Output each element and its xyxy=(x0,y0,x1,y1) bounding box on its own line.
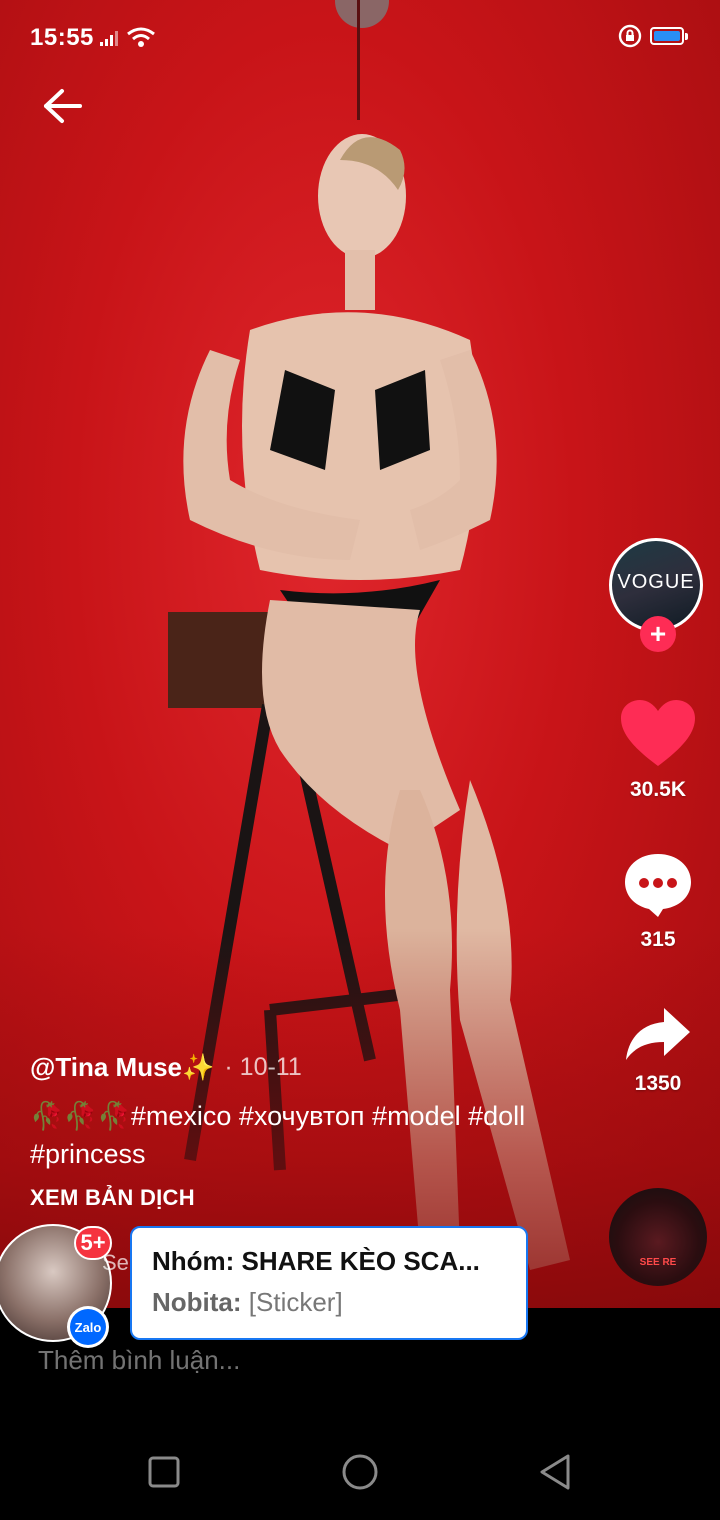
notification-body: Nobita: [Sticker] xyxy=(152,1287,506,1318)
signal-icon xyxy=(100,31,118,46)
zalo-icon: Zalo xyxy=(70,1309,106,1345)
heart-icon xyxy=(621,700,695,766)
back-nav-icon[interactable] xyxy=(536,1452,576,1492)
follow-button[interactable]: + xyxy=(640,616,676,652)
message-notification[interactable]: Nhóm: SHARE KÈO SCA... Nobita: [Sticker] xyxy=(130,1226,528,1340)
back-button[interactable] xyxy=(36,80,88,132)
caption-text[interactable]: 🥀🥀🥀#mexico #хочувтоп #model #doll #princ… xyxy=(30,1097,590,1173)
share-icon xyxy=(626,1008,690,1060)
music-disc[interactable]: SEE RE xyxy=(609,1188,707,1286)
wifi-icon xyxy=(127,27,155,47)
home-icon[interactable] xyxy=(340,1452,380,1492)
notification-message: [Sticker] xyxy=(248,1287,343,1317)
navigation-bar xyxy=(0,1420,720,1520)
video-caption: @Tina Muse ✨ · 10-11 🥀🥀🥀#mexico #хочувто… xyxy=(30,1052,590,1211)
notification-sender: Nobita: xyxy=(152,1287,242,1317)
avatar-text: VOGUE xyxy=(617,570,695,593)
comment-input[interactable] xyxy=(36,1344,540,1377)
comment-count: 315 xyxy=(640,928,676,951)
username-link[interactable]: @Tina Muse xyxy=(30,1052,182,1083)
battery-icon xyxy=(650,27,688,45)
like-count: 30.5K xyxy=(629,778,687,801)
recent-apps-icon[interactable] xyxy=(144,1452,184,1492)
share-count: 1350 xyxy=(634,1072,682,1095)
post-date: · 10-11 xyxy=(224,1053,302,1081)
status-bar: 15:55 xyxy=(0,0,720,76)
battery-level xyxy=(654,31,680,41)
comment-icon xyxy=(625,854,691,917)
creator-avatar-group[interactable]: VOGUE + xyxy=(609,538,707,652)
status-time: 15:55 xyxy=(30,24,94,51)
translate-link[interactable]: XEM BẢN DỊCH xyxy=(30,1185,590,1211)
username-row: @Tina Muse ✨ · 10-11 xyxy=(30,1052,590,1083)
rotation-lock-icon xyxy=(618,24,642,48)
notification-title: Nhóm: SHARE KÈO SCA... xyxy=(152,1246,480,1276)
zalo-app-badge: Zalo xyxy=(67,1306,109,1348)
sparkle-emoji: ✨ xyxy=(182,1052,215,1082)
comment-button[interactable]: 315 xyxy=(608,852,708,952)
arrow-left-icon xyxy=(44,89,82,123)
unread-badge: 5+ xyxy=(74,1226,112,1260)
share-button[interactable]: 1350 xyxy=(608,1006,708,1096)
music-disc-label: SEE RE xyxy=(639,1257,677,1268)
like-button[interactable]: 30.5K xyxy=(608,700,708,802)
